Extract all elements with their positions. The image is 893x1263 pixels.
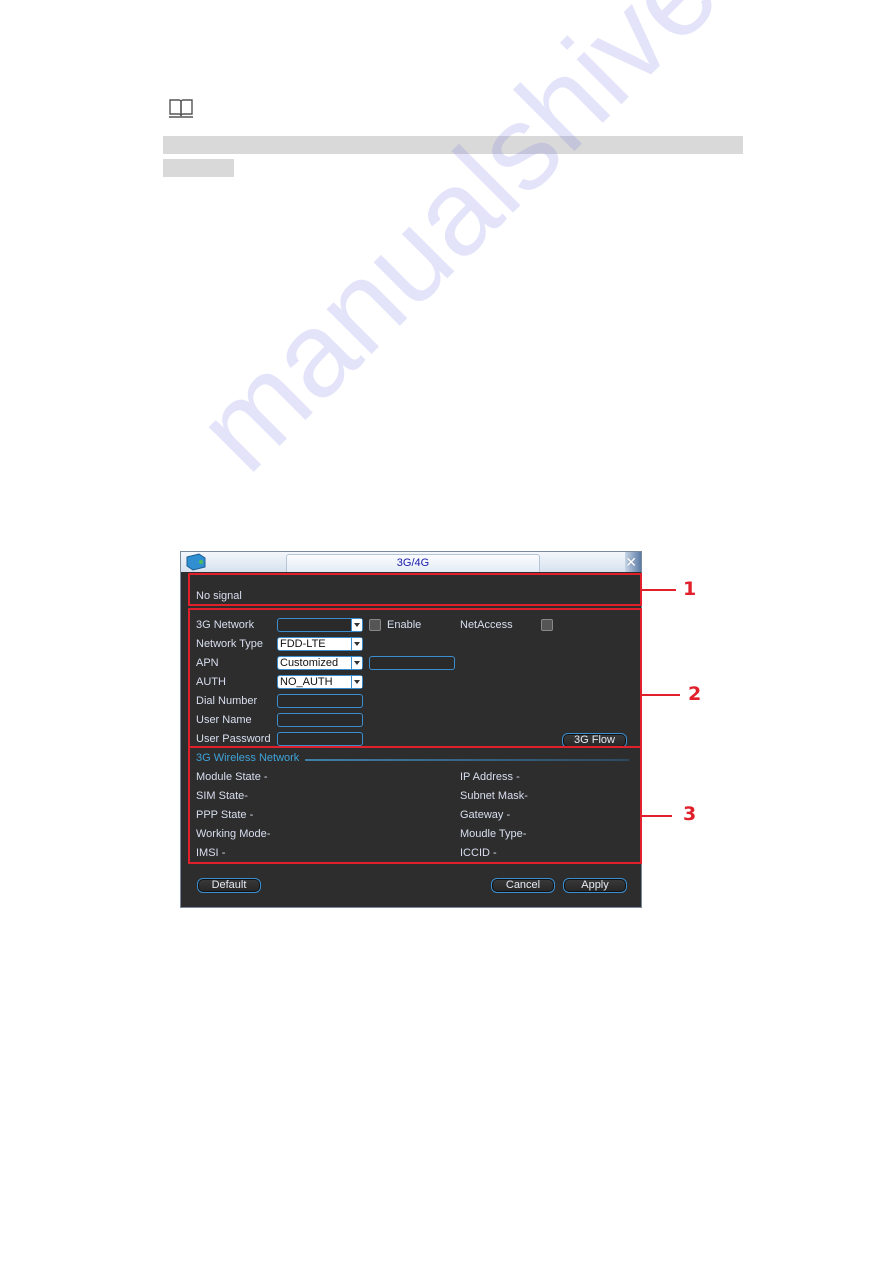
close-icon[interactable]: ✕ xyxy=(625,553,637,571)
callout-number-1: 1 xyxy=(683,578,697,600)
watermark: manualshive.com xyxy=(171,0,893,497)
callout-box-3 xyxy=(188,746,642,864)
callout-number-2: 2 xyxy=(688,683,702,705)
callout-leader-2 xyxy=(642,694,680,696)
book-icon xyxy=(169,99,193,118)
default-button[interactable]: Default xyxy=(197,878,261,893)
apply-button[interactable]: Apply xyxy=(563,878,627,893)
redacted-text-line xyxy=(163,159,234,177)
callout-leader-3 xyxy=(642,815,672,817)
redacted-text-line xyxy=(163,136,743,154)
title-bar: 3G/4G ✕ xyxy=(181,552,641,572)
cancel-button[interactable]: Cancel xyxy=(491,878,555,893)
network-globe-icon xyxy=(186,553,206,571)
callout-box-1 xyxy=(188,573,642,606)
callout-number-3: 3 xyxy=(683,803,697,825)
callout-box-2 xyxy=(188,608,642,748)
dialog-title: 3G/4G xyxy=(286,554,540,572)
callout-leader-1 xyxy=(642,589,676,591)
